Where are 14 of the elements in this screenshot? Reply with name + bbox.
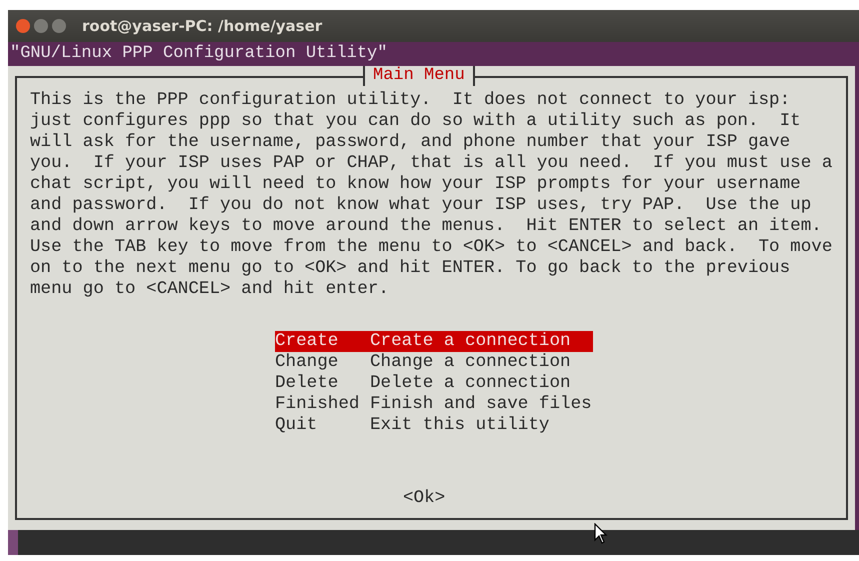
menu-item[interactable]: Create Create a connection xyxy=(275,331,593,352)
menu-item[interactable]: Change Change a connection xyxy=(275,352,593,373)
backtitle: "GNU/Linux PPP Configuration Utility" xyxy=(9,43,388,65)
menu-item[interactable]: Delete Delete a connection xyxy=(275,373,593,394)
menu-item[interactable]: Finished Finish and save files xyxy=(275,394,593,415)
mouse-pointer-icon xyxy=(594,523,608,545)
window-title: root@yaser-PC: /home/yaser xyxy=(82,17,322,35)
close-icon[interactable] xyxy=(16,19,30,33)
minimize-icon[interactable] xyxy=(34,19,48,33)
dialog-message: This is the PPP configuration utility. It does not connect to your isp: just configures ppp so that you can do so with a utility such as pon. It will ask for the username, password, and phone number that your ISP gave you. If your ISP uses PAP or CHAP, that is all you need. If you must use a chat script, you will need to know how your ISP prompts for your username and password. If you do not know what your ISP uses, try PAP. Use the up and down arrow keys to move around the menus. Hit ENTER to select an item. Use the TAB key to move from the menu to <OK> to <CANCEL> and back. To move on to the next menu go to <OK> and hit ENTER. To go back to the previous menu go to <CANCEL> and hit enter. xyxy=(30,90,832,300)
menu-item[interactable]: Quit Exit this utility xyxy=(275,415,593,436)
maximize-icon[interactable] xyxy=(52,19,66,33)
ok-button[interactable]: <Ok> xyxy=(403,488,446,509)
dialog-title: Main Menu xyxy=(363,66,475,86)
